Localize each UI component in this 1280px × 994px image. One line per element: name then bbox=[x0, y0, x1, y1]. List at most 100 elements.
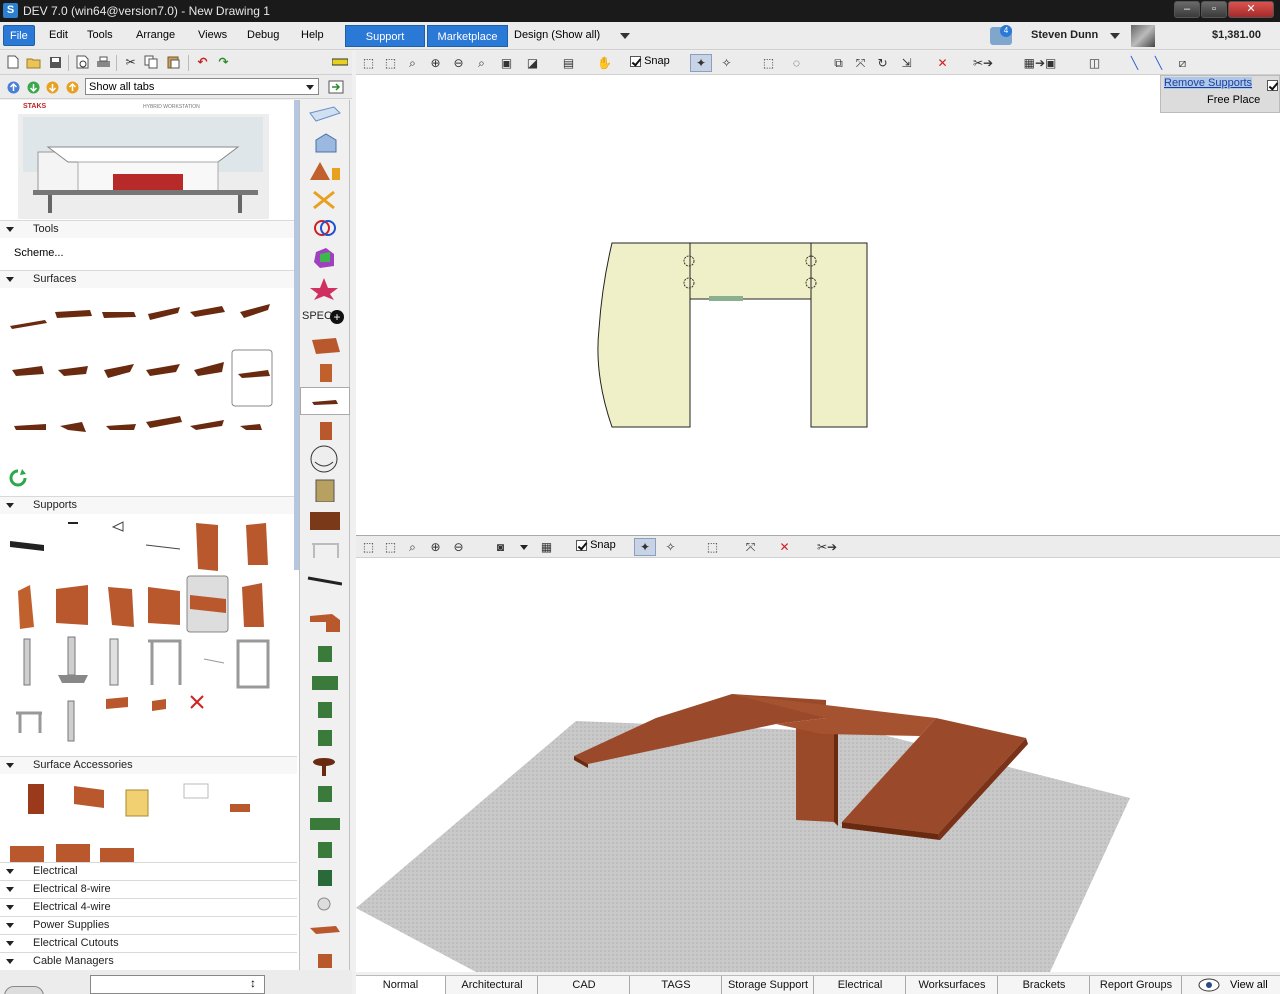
surface-item[interactable] bbox=[190, 420, 224, 430]
spec-label[interactable]: SPEC bbox=[302, 310, 332, 322]
rotate-icon[interactable]: ↻ bbox=[874, 55, 891, 71]
view-all-button[interactable]: View all bbox=[1230, 979, 1268, 991]
support-item[interactable] bbox=[67, 636, 76, 676]
panel-toggle-icon[interactable] bbox=[327, 79, 344, 95]
tools-icon[interactable] bbox=[306, 188, 342, 212]
move-icon[interactable]: ⤧ bbox=[852, 55, 869, 71]
arrow-up-alt-icon[interactable] bbox=[64, 79, 81, 95]
undo-icon[interactable]: ↶ bbox=[194, 54, 211, 70]
swap-items-icon[interactable]: ▦➔▣ bbox=[1020, 55, 1060, 71]
pencil-icon[interactable] bbox=[331, 54, 348, 70]
support-item[interactable] bbox=[108, 587, 134, 627]
minimize-button[interactable]: – bbox=[1174, 1, 1200, 18]
support-item[interactable] bbox=[152, 699, 166, 711]
surface-item[interactable] bbox=[102, 312, 136, 318]
measure-tool-icon[interactable]: ⧄ bbox=[1174, 55, 1191, 71]
cut-icon[interactable]: ✂ bbox=[122, 54, 139, 70]
zoom-fit-icon[interactable]: ⬚ bbox=[360, 539, 377, 555]
support-item[interactable] bbox=[16, 711, 42, 733]
delete-icon[interactable]: ✕ bbox=[776, 539, 793, 555]
accessory-item[interactable] bbox=[125, 789, 149, 817]
panel-icon[interactable] bbox=[306, 362, 342, 386]
status-input[interactable] bbox=[90, 975, 265, 994]
surface-item[interactable] bbox=[146, 364, 180, 376]
surface-item[interactable] bbox=[104, 364, 134, 378]
support-item[interactable] bbox=[242, 583, 264, 627]
support-item[interactable] bbox=[106, 697, 128, 709]
materials-icon[interactable] bbox=[306, 160, 342, 184]
bridge-worksurface[interactable] bbox=[689, 242, 812, 300]
zoom-in-icon[interactable]: ⊕ bbox=[427, 539, 444, 555]
surface-item[interactable] bbox=[14, 424, 46, 430]
chair-icon[interactable] bbox=[306, 866, 342, 890]
accessory-item[interactable] bbox=[100, 848, 134, 862]
zoom-window-icon[interactable]: ⌕ bbox=[404, 55, 421, 71]
copy-icon[interactable] bbox=[142, 54, 159, 70]
rail-icon[interactable] bbox=[306, 568, 342, 592]
print-icon[interactable] bbox=[95, 54, 112, 70]
collapse-triangle-icon[interactable] bbox=[6, 887, 14, 892]
remove-supports-checkbox[interactable] bbox=[1267, 79, 1278, 91]
menu-views[interactable]: Views bbox=[192, 25, 233, 46]
menu-edit[interactable]: Edit bbox=[43, 25, 74, 46]
collapse-triangle-icon[interactable] bbox=[6, 277, 14, 282]
tab-cad[interactable]: CAD bbox=[539, 976, 630, 994]
zoom-extents-icon[interactable]: ⬚ bbox=[382, 55, 399, 71]
avatar[interactable] bbox=[1131, 25, 1155, 47]
support-item[interactable] bbox=[236, 639, 270, 689]
color-rings-icon[interactable] bbox=[306, 216, 342, 240]
surface-item[interactable] bbox=[240, 424, 262, 430]
view-options-icon[interactable]: ◫ bbox=[1086, 55, 1103, 71]
snap-checkbox[interactable] bbox=[630, 55, 641, 67]
zoom-fit-icon[interactable]: ⬚ bbox=[360, 55, 377, 71]
accessory-item[interactable] bbox=[10, 846, 44, 862]
category-electrical-4-wire[interactable]: Electrical 4-wire bbox=[0, 898, 297, 916]
surface-item[interactable] bbox=[194, 362, 224, 376]
catalog-scrollbar[interactable] bbox=[294, 100, 299, 570]
zoom-window-icon[interactable]: ⌕ bbox=[404, 539, 421, 555]
tab-worksurfaces[interactable]: Worksurfaces bbox=[907, 976, 998, 994]
select-chevron-down-icon[interactable] bbox=[306, 85, 314, 90]
chair-icon[interactable] bbox=[306, 698, 342, 722]
sofa-icon[interactable] bbox=[306, 670, 342, 694]
support-item[interactable] bbox=[67, 700, 75, 742]
tab-electrical[interactable]: Electrical bbox=[815, 976, 906, 994]
menu-arrange[interactable]: Arrange bbox=[130, 25, 181, 46]
design-chevron-down-icon[interactable] bbox=[620, 33, 630, 39]
round-table-icon[interactable] bbox=[306, 754, 342, 778]
surface-item[interactable] bbox=[148, 307, 180, 320]
lasso-select-icon[interactable]: ◌ bbox=[788, 55, 805, 71]
redo-icon[interactable]: ↷ bbox=[215, 54, 232, 70]
support-item[interactable] bbox=[246, 523, 268, 565]
tab-normal[interactable]: Normal bbox=[356, 976, 446, 994]
support-item[interactable] bbox=[109, 638, 119, 686]
surface-item[interactable] bbox=[106, 424, 136, 430]
3d-snap-toggle[interactable]: Snap bbox=[576, 539, 616, 551]
category-power-supplies[interactable]: Power Supplies bbox=[0, 916, 297, 934]
table-frame-icon[interactable] bbox=[306, 538, 342, 562]
support-panel-marker[interactable] bbox=[709, 296, 743, 301]
layout-icon[interactable]: ▤ bbox=[560, 55, 577, 71]
film-icon[interactable]: ▦ bbox=[538, 539, 555, 555]
right-worksurface[interactable] bbox=[810, 242, 868, 428]
dimension-tool-icon[interactable]: ╲ bbox=[1150, 55, 1167, 71]
worksurface-icon[interactable] bbox=[306, 390, 342, 414]
arrow-down-alt-icon[interactable] bbox=[44, 79, 61, 95]
user-name[interactable]: Steven Dunn bbox=[1031, 29, 1098, 41]
3d-snap-checkbox[interactable] bbox=[576, 539, 587, 551]
support-item[interactable] bbox=[203, 658, 225, 664]
snap-toggle[interactable]: Snap bbox=[630, 55, 670, 67]
storage-icon[interactable] bbox=[306, 478, 342, 502]
camera-icon[interactable]: ◙ bbox=[492, 539, 509, 555]
add-spec-icon[interactable]: + bbox=[330, 310, 344, 324]
left-worksurface[interactable] bbox=[597, 242, 691, 428]
select-path-icon[interactable]: ✧ bbox=[662, 539, 679, 555]
section-tools[interactable]: Tools bbox=[0, 220, 297, 238]
zoom-out-icon[interactable]: ⊖ bbox=[450, 55, 467, 71]
remove-supports-label[interactable]: Remove Supports bbox=[1164, 77, 1253, 89]
credenza-icon[interactable] bbox=[306, 508, 342, 532]
collapse-triangle-icon[interactable] bbox=[6, 959, 14, 964]
collapse-triangle-icon[interactable] bbox=[6, 503, 14, 508]
cut-move-icon[interactable]: ✂➔ bbox=[968, 55, 998, 71]
chair-icon[interactable] bbox=[306, 838, 342, 862]
